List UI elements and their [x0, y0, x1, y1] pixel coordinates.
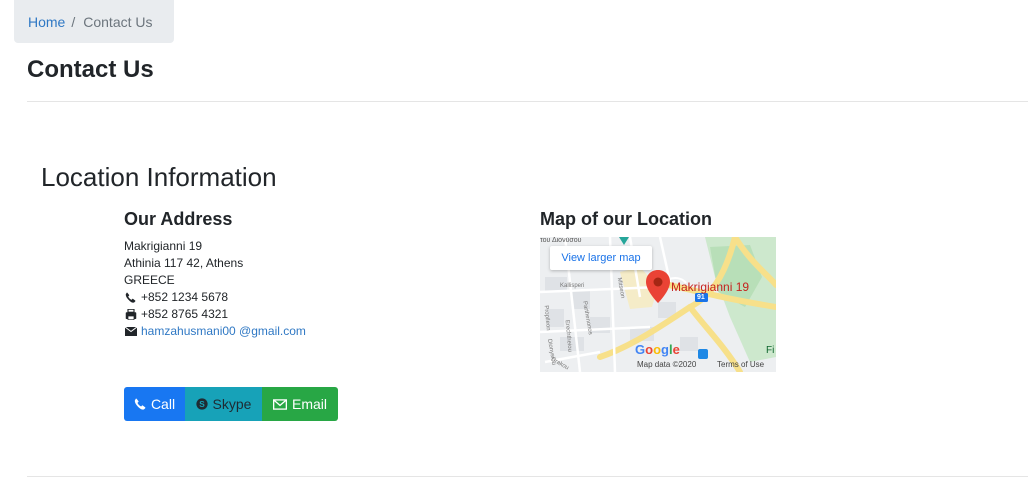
terms-of-use-link[interactable]: Terms of Use — [717, 360, 764, 369]
section-title: Location Information — [41, 162, 277, 192]
email-button-label: Email — [291, 396, 327, 412]
bottom-divider — [27, 476, 1028, 477]
address-block: Makrigianni 19 Athinia 117 42, Athens GR… — [124, 238, 306, 340]
fax-number: +852 8765 4321 — [141, 307, 229, 321]
call-button[interactable]: Call — [124, 387, 185, 421]
breadcrumb-home-link[interactable]: Home — [28, 14, 65, 30]
map-top-label: του Διονύσου — [540, 237, 582, 244]
google-logo: Google — [635, 342, 680, 357]
call-button-label: Call — [150, 396, 176, 412]
street-label: Fi — [766, 345, 775, 356]
skype-button-label: Skype — [212, 396, 252, 412]
email-link[interactable]: hamzahusmani00 @gmail.com — [141, 323, 306, 340]
map-heading: Map of our Location — [540, 209, 712, 229]
contact-button-group: Call S Skype Email — [124, 387, 338, 421]
location-map[interactable]: του Διονύσου Kallisperi Mitseon Propileo… — [540, 237, 776, 372]
svg-text:S: S — [199, 400, 205, 409]
envelope-icon — [124, 326, 137, 338]
skype-button[interactable]: S Skype — [185, 387, 262, 421]
map-pin-label: Makrigianni 19 — [671, 280, 750, 294]
phone-line: +852 1234 5678 — [124, 289, 306, 306]
page-title: Contact Us — [27, 56, 154, 83]
phone-icon — [134, 398, 146, 410]
breadcrumb-current: Contact Us — [83, 13, 153, 30]
street-label: Kallisperi — [560, 283, 585, 289]
address-line-1: Makrigianni 19 — [124, 239, 203, 253]
breadcrumb: Home / Contact Us — [14, 0, 174, 43]
envelope-icon — [272, 398, 287, 410]
address-line-2: Athinia 117 42, Athens — [124, 256, 244, 270]
address-heading: Our Address — [124, 209, 233, 229]
breadcrumb-separator: / — [71, 13, 76, 30]
view-larger-map-link[interactable]: View larger map — [550, 246, 652, 270]
map-data-attribution: Map data ©2020 — [637, 360, 697, 369]
top-divider — [27, 101, 1028, 102]
phone-number: +852 1234 5678 — [141, 290, 229, 304]
skype-icon: S — [195, 398, 208, 410]
phone-icon — [124, 292, 137, 304]
fax-icon — [124, 309, 137, 321]
address-country: GREECE — [124, 273, 175, 287]
email-line: hamzahusmani00 @gmail.com — [124, 323, 306, 340]
email-button[interactable]: Email — [262, 387, 338, 421]
fax-line: +852 8765 4321 — [124, 306, 306, 323]
route-badge: 91 — [697, 294, 705, 301]
